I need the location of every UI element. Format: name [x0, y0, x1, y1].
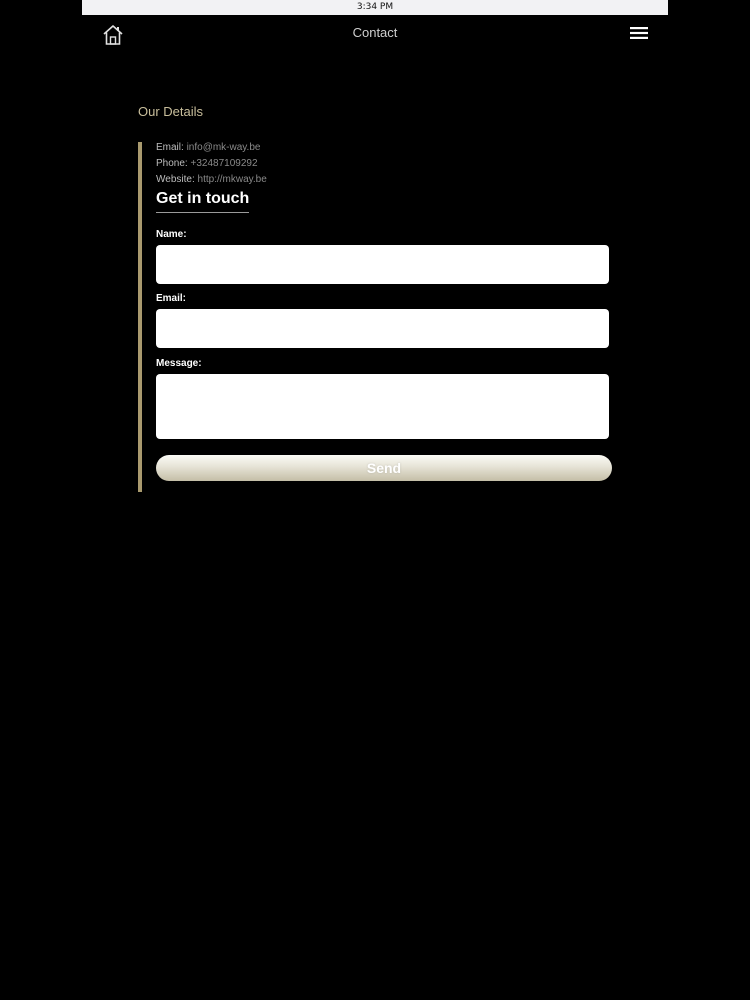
name-input[interactable] — [156, 245, 609, 284]
message-label: Message: — [156, 358, 202, 369]
detail-website: Website: http://mkway.be — [156, 174, 267, 185]
detail-phone: Phone: +32487109292 — [156, 158, 258, 169]
detail-email-label: Email: — [156, 142, 184, 153]
get-in-touch-heading: Get in touch — [156, 190, 250, 213]
status-bar: 3:34 PM — [82, 0, 668, 15]
detail-phone-label: Phone: — [156, 158, 188, 169]
name-label: Name: — [156, 229, 187, 240]
send-button[interactable]: Send — [156, 455, 612, 481]
email-input[interactable] — [156, 309, 609, 348]
page-title: Contact — [352, 25, 398, 40]
our-details-heading: Our Details — [138, 104, 204, 119]
detail-website-link[interactable]: http://mkway.be — [198, 174, 267, 185]
detail-email: Email: info@mk-way.be — [156, 142, 260, 153]
detail-email-link[interactable]: info@mk-way.be — [187, 142, 261, 153]
hamburger-menu-icon[interactable] — [630, 26, 648, 40]
message-textarea[interactable] — [156, 374, 609, 439]
email-label: Email: — [156, 293, 187, 304]
detail-website-label: Website: — [156, 174, 195, 185]
contact-content-panel: Email: info@mk-way.be Phone: +3248710929… — [138, 142, 622, 492]
detail-phone-link[interactable]: +32487109292 — [190, 158, 257, 169]
status-time: 3:34 PM — [356, 2, 394, 12]
top-navbar: Contact — [82, 15, 668, 53]
